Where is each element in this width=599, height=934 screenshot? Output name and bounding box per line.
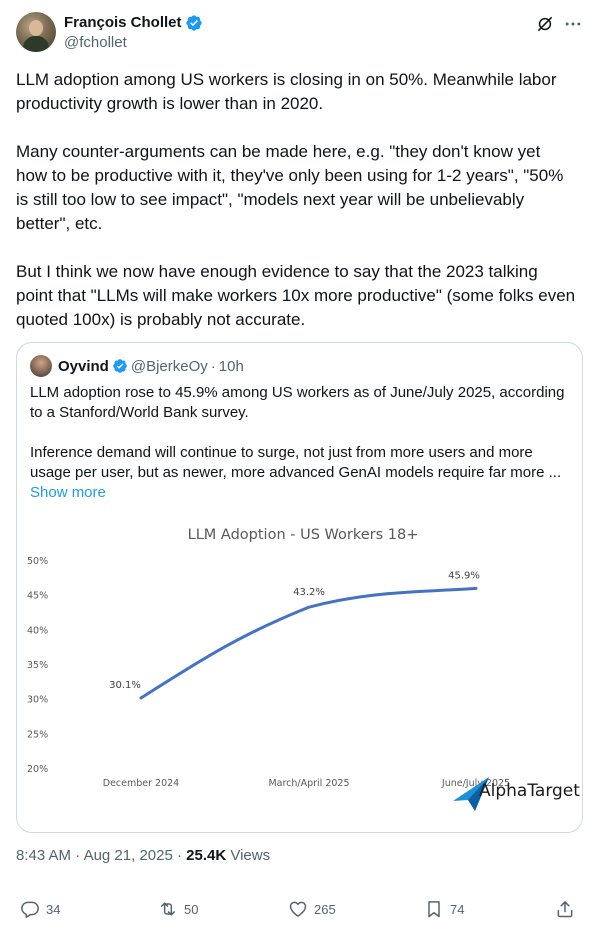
verified-badge-icon bbox=[185, 14, 202, 31]
quoted-tweet-text: LLM adoption rose to 45.9% among US work… bbox=[30, 384, 565, 481]
author-name-row: François Chollet bbox=[64, 12, 203, 33]
avatar-body-shape bbox=[23, 36, 49, 52]
tweet-meta: 8:43 AM · Aug 21, 2025 · 25.4K Views bbox=[16, 847, 270, 864]
repost-icon bbox=[161, 902, 175, 916]
y-tick-label: 25% bbox=[27, 729, 48, 740]
quoted-timestamp: 10h bbox=[218, 357, 244, 375]
bookmark-icon bbox=[428, 901, 440, 918]
quoted-author-avatar bbox=[30, 355, 52, 377]
quoted-tweet-header: Oyvind @BjerkeOy · 10h bbox=[30, 355, 244, 377]
meta-separator: · bbox=[75, 847, 81, 864]
reply-icon bbox=[21, 901, 39, 918]
grok-icon[interactable] bbox=[535, 14, 555, 34]
y-tick-label: 30% bbox=[27, 695, 48, 706]
data-label: 30.1% bbox=[109, 680, 141, 691]
tweet-actions: 34 50 265 74 bbox=[16, 893, 583, 925]
more-options-icon[interactable] bbox=[563, 14, 583, 34]
like-button[interactable]: 265 bbox=[288, 893, 336, 925]
reply-button[interactable]: 34 bbox=[20, 893, 60, 925]
reply-count: 34 bbox=[46, 901, 61, 917]
avatar-head-shape bbox=[29, 20, 43, 36]
series-line bbox=[139, 586, 478, 700]
author-display-name[interactable]: François Chollet bbox=[64, 14, 182, 31]
bookmark-count: 74 bbox=[450, 901, 465, 917]
author-avatar[interactable] bbox=[16, 12, 56, 52]
y-axis-ticks: 20% 25% 30% 35% 40% 45% 50% bbox=[27, 556, 48, 775]
like-count: 265 bbox=[314, 901, 336, 917]
show-more-link[interactable]: Show more bbox=[30, 484, 106, 501]
views-count: 25.4K bbox=[186, 847, 227, 864]
tweet-date[interactable]: Aug 21, 2025 bbox=[84, 847, 173, 864]
heart-icon bbox=[289, 901, 307, 917]
tweet-time[interactable]: 8:43 AM bbox=[16, 847, 71, 864]
chart-title: LLM Adoption - US Workers 18+ bbox=[188, 527, 419, 543]
share-button[interactable] bbox=[555, 893, 581, 925]
x-tick-label: December 2024 bbox=[103, 778, 179, 789]
line-chart: LLM Adoption - US Workers 18+ 20% 25% 30% 3… bbox=[27, 527, 580, 811]
y-tick-label: 40% bbox=[27, 625, 48, 636]
quoted-tweet-card[interactable]: Oyvind @BjerkeOy · 10h LLM adoption rose… bbox=[16, 342, 583, 833]
x-axis-ticks: December 2024 March/April 2025 June/July 2… bbox=[103, 778, 510, 789]
tweet-text: LLM adoption among US workers is closing… bbox=[16, 70, 576, 329]
author-handle[interactable]: @fchollet bbox=[64, 34, 203, 51]
bookmark-button[interactable]: 74 bbox=[424, 893, 464, 925]
quoted-separator: · bbox=[210, 357, 216, 375]
data-labels: 30.1% 43.2% 45.9% bbox=[109, 570, 480, 691]
y-tick-label: 35% bbox=[27, 660, 48, 671]
y-tick-label: 20% bbox=[27, 764, 48, 775]
quoted-author-name: Oyvind bbox=[58, 357, 109, 375]
author-name-block: François Chollet @fchollet bbox=[64, 12, 203, 51]
repost-count: 50 bbox=[184, 901, 199, 917]
quoted-author-handle: @BjerkeOy bbox=[130, 357, 208, 375]
data-label: 45.9% bbox=[448, 570, 480, 581]
repost-button[interactable]: 50 bbox=[158, 893, 198, 925]
alphatarget-logo-text: AlphaTarget bbox=[479, 781, 580, 801]
y-tick-label: 50% bbox=[27, 556, 48, 567]
tweet-header: François Chollet @fchollet bbox=[16, 12, 583, 56]
data-label: 43.2% bbox=[293, 587, 325, 598]
share-icon bbox=[557, 901, 573, 918]
x-tick-label: March/April 2025 bbox=[268, 778, 349, 789]
views-label: Views bbox=[230, 847, 271, 864]
y-tick-label: 45% bbox=[27, 591, 48, 602]
meta-separator: · bbox=[176, 847, 182, 864]
quoted-verified-badge-icon bbox=[113, 359, 127, 373]
